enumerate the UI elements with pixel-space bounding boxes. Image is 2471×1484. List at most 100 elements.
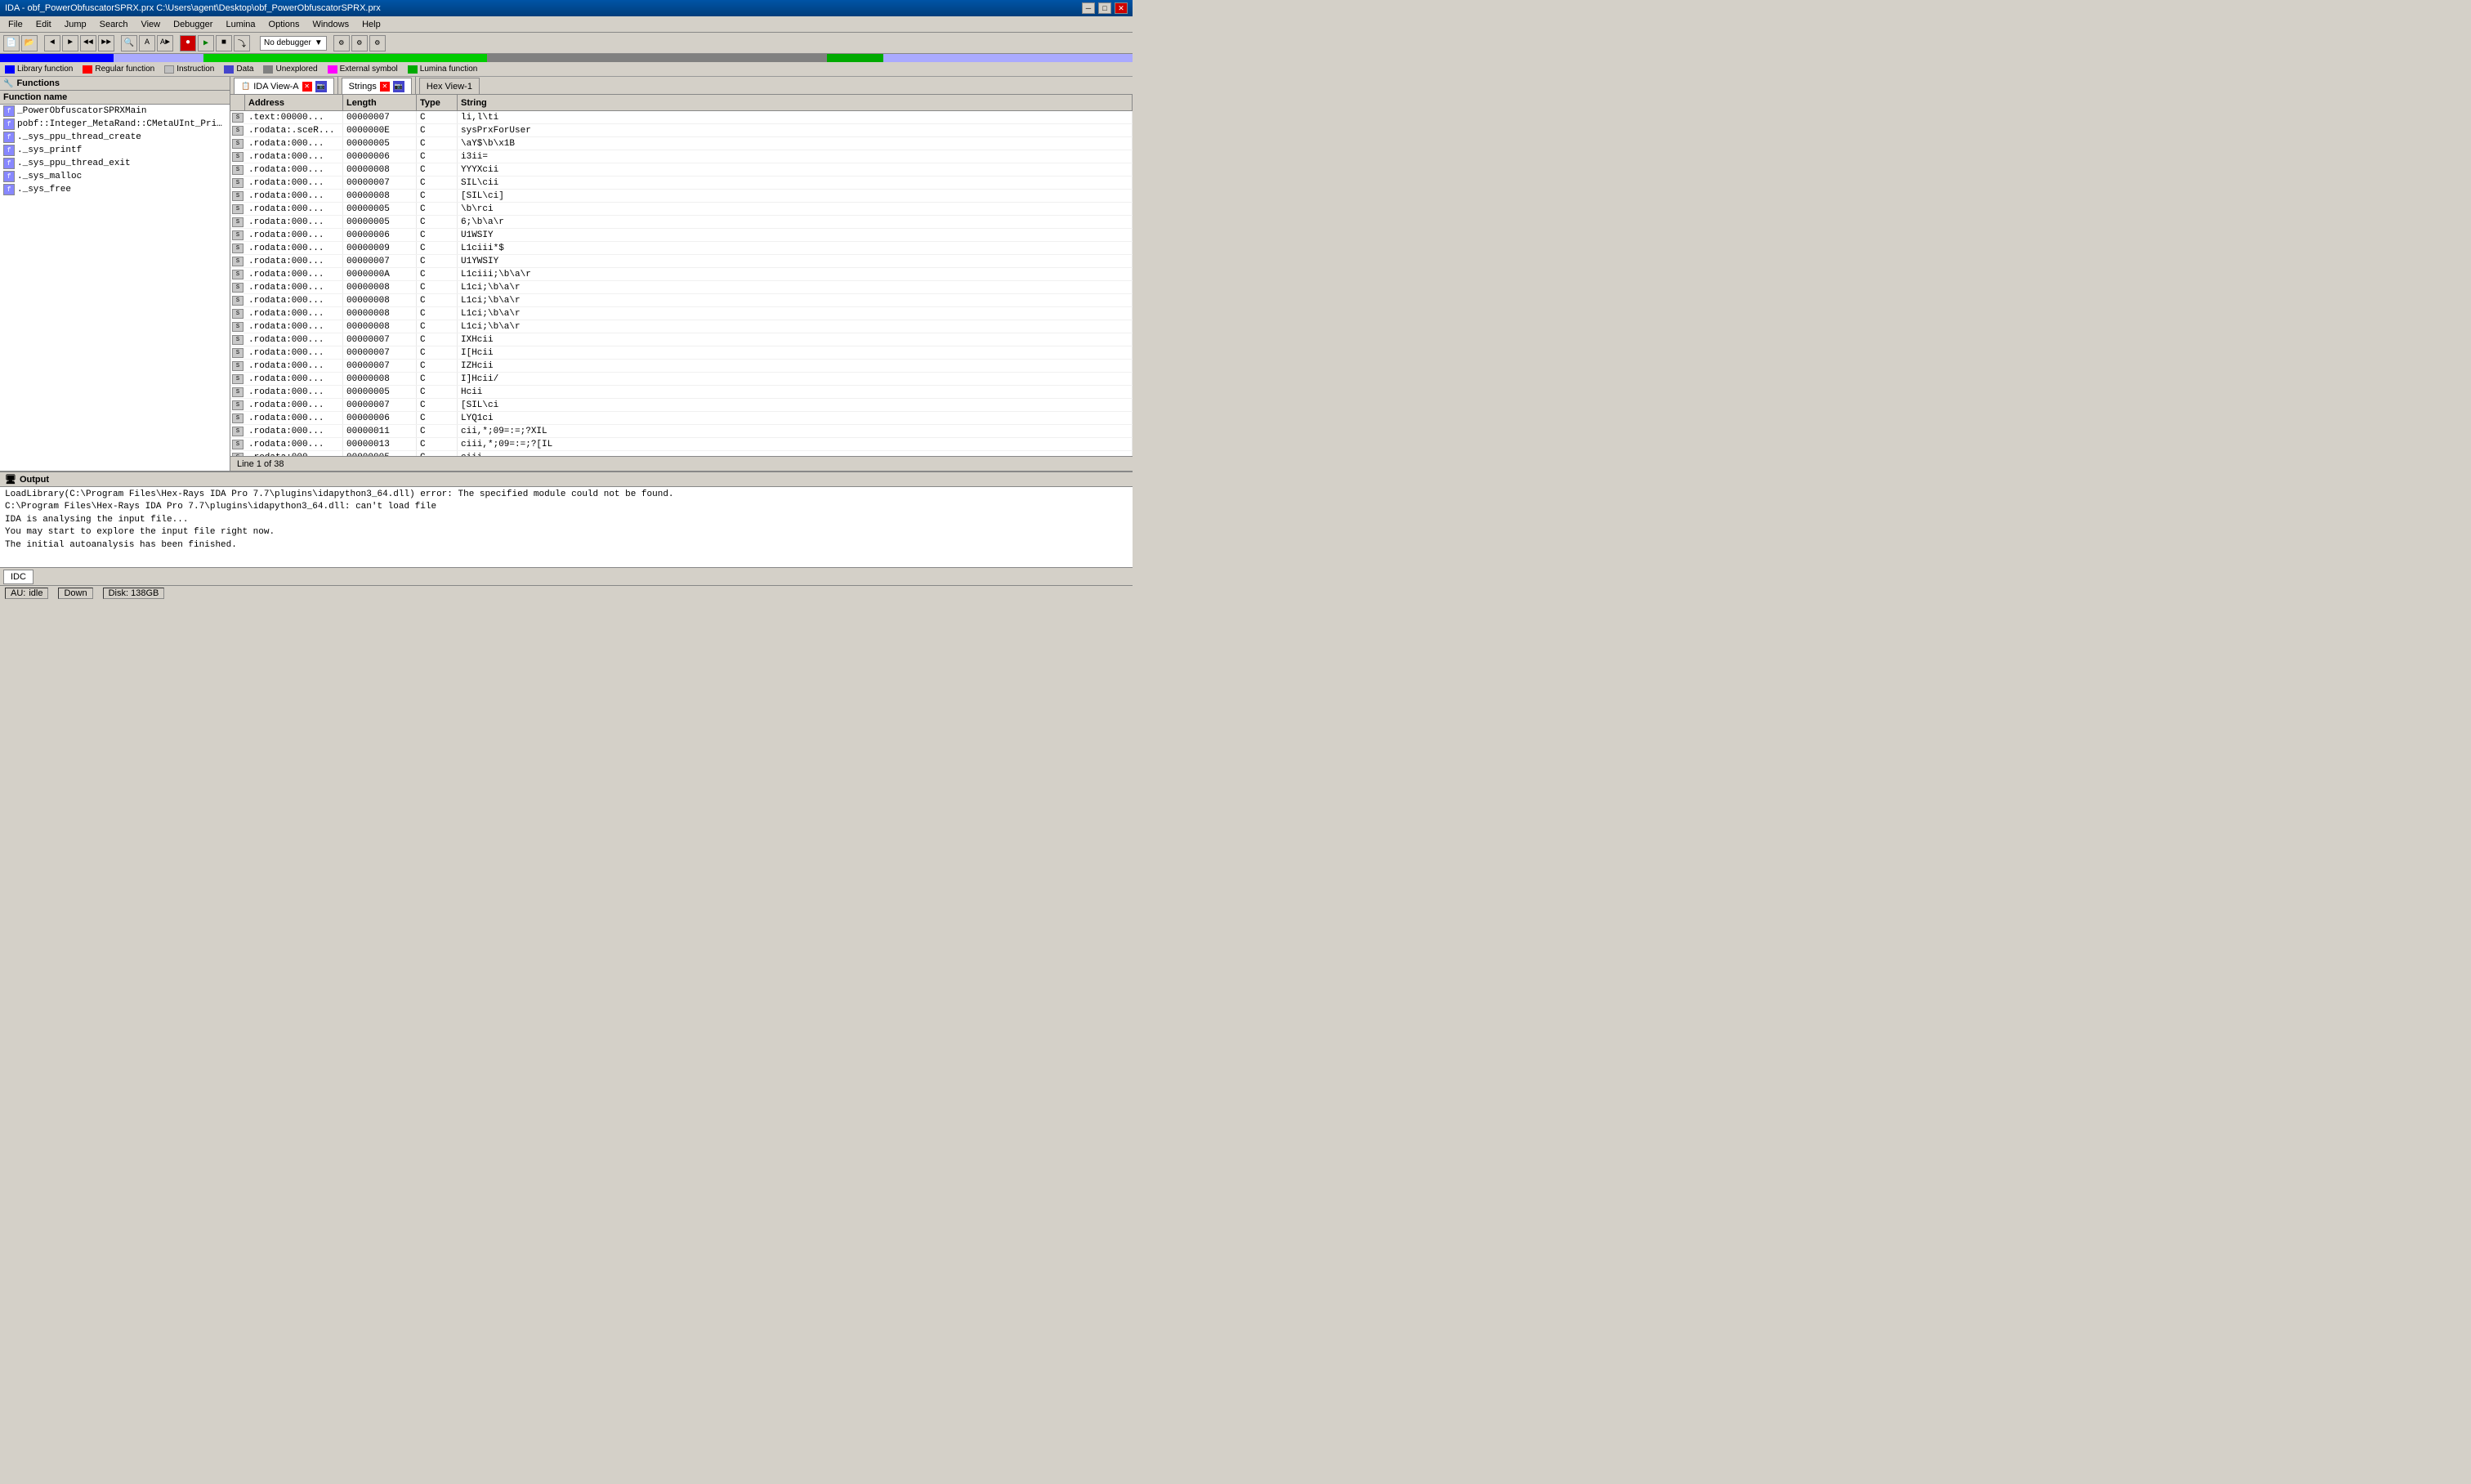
menu-lumina[interactable]: Lumina [221,18,260,31]
search-btn[interactable]: 🔍 [121,35,137,51]
table-row[interactable]: S.rodata:000...00000005C\aY$\b\x1B [230,137,1133,150]
table-row[interactable]: S.rodata:000...00000007C[SIL\ci [230,399,1133,412]
function-item-4[interactable]: f._sys_ppu_thread_exit [0,157,230,170]
cell-length-11: 00000007 [343,255,417,267]
back2-btn[interactable]: ◄◄ [80,35,96,51]
function-item-5[interactable]: f._sys_malloc [0,170,230,183]
menu-search[interactable]: Search [95,18,133,31]
menu-debugger[interactable]: Debugger [168,18,217,31]
cell-length-21: 00000005 [343,386,417,398]
strings-area: Address Length Type String S.text:00000.… [230,95,1133,471]
menu-options[interactable]: Options [264,18,305,31]
ida-view-close[interactable]: ✕ [302,82,312,92]
maximize-button[interactable]: □ [1098,2,1111,14]
strings-tab-close[interactable]: ✕ [380,82,390,92]
row-icon-23: S [230,412,245,424]
output-tab-idc[interactable]: IDC [3,570,34,584]
table-row[interactable]: S.text:00000...00000007Cli,l\ti [230,111,1133,124]
table-row[interactable]: S.rodata:000...00000007CSIL\cii [230,177,1133,190]
tab-ida-view-a[interactable]: 📋 IDA View-A ✕ 📷 [234,78,334,94]
breakpoint-btn[interactable]: ● [180,35,196,51]
table-row[interactable]: S.rodata:000...00000006CU1WSIY [230,229,1133,242]
table-row[interactable]: S.rodata:000...00000011Ccii,*;09=:=;?XIL [230,425,1133,438]
table-row[interactable]: S.rodata:000...00000008CL1ci;\b\a\r [230,294,1133,307]
table-row[interactable]: S.rodata:000...00000007CIXHcii [230,333,1133,346]
table-row[interactable]: S.rodata:000...00000008CL1ci;\b\a\r [230,307,1133,320]
function-item-6[interactable]: f._sys_free [0,183,230,196]
table-row[interactable]: S.rodata:000...00000008C[SIL\ci] [230,190,1133,203]
plugin-btn3[interactable]: ⚙ [369,35,386,51]
menu-view[interactable]: View [136,18,165,31]
cell-type-17: C [417,333,458,346]
cell-string-6: [SIL\ci] [458,190,1133,202]
toolbar: 📄 📂 ◄ ► ◄◄ ►► 🔍 A A► ● ▶ ■ ⤵ No debugger… [0,33,1133,54]
menu-windows[interactable]: Windows [307,18,354,31]
open-btn[interactable]: 📂 [21,35,38,51]
strings-tab-cam[interactable]: 📷 [393,81,404,92]
cell-type-12: C [417,268,458,280]
back-btn[interactable]: ◄ [44,35,60,51]
debugger-selector[interactable]: No debugger ▼ [260,36,327,51]
table-row[interactable]: S.rodata:.sceR...0000000ECsysPrxForUser [230,124,1133,137]
table-row[interactable]: S.rodata:000...00000013Cciii,*;09=:=;?[I… [230,438,1133,451]
cell-length-20: 00000008 [343,373,417,385]
table-row[interactable]: S.rodata:000...00000007CI[Hcii [230,346,1133,360]
plugin-btn2[interactable]: ⚙ [351,35,368,51]
cell-length-2: 00000005 [343,137,417,150]
cell-address-18: .rodata:000... [245,346,343,359]
plugin-btn1[interactable]: ⚙ [333,35,350,51]
col-address[interactable]: Address [245,95,343,110]
cell-address-6: .rodata:000... [245,190,343,202]
new-btn[interactable]: 📄 [3,35,20,51]
cell-address-9: .rodata:000... [245,229,343,241]
table-row[interactable]: S.rodata:000...00000005C6;\b\a\r [230,216,1133,229]
col-type[interactable]: Type [417,95,458,110]
cell-address-24: .rodata:000... [245,425,343,437]
table-row[interactable]: S.rodata:000...00000007CIZHcii [230,360,1133,373]
col-length[interactable]: Length [343,95,417,110]
minimize-button[interactable]: ─ [1082,2,1095,14]
forward-btn[interactable]: ► [62,35,78,51]
table-row[interactable]: S.rodata:000...00000008CYYYXcii [230,163,1133,177]
find-btn[interactable]: A [139,35,155,51]
run-btn[interactable]: ▶ [198,35,214,51]
step-btn[interactable]: ⤵ [234,35,250,51]
menu-edit[interactable]: Edit [31,18,56,31]
cell-length-1: 0000000E [343,124,417,136]
table-row[interactable]: S.rodata:000...00000006Ci3ii= [230,150,1133,163]
col-string[interactable]: String [458,95,1133,110]
fwd2-btn[interactable]: ►► [98,35,114,51]
table-row[interactable]: S.rodata:000...00000006CLYQ1ci [230,412,1133,425]
titlebar-controls: ─ □ ✕ [1082,2,1128,14]
table-row[interactable]: S.rodata:000...00000008CI]Hcii/ [230,373,1133,386]
legend-instruction: Instruction [164,65,214,74]
cell-length-3: 00000006 [343,150,417,163]
stop-btn[interactable]: ■ [216,35,232,51]
function-item-3[interactable]: f._sys_printf [0,144,230,157]
table-row[interactable]: S.rodata:000...00000005CHcii [230,386,1133,399]
menu-file[interactable]: File [3,18,28,31]
strings-table-body[interactable]: S.text:00000...00000007Cli,l\tiS.rodata:… [230,111,1133,456]
table-row[interactable]: S.rodata:000...00000009CL1ciii*$ [230,242,1133,255]
table-row[interactable]: S.rodata:000...00000007CU1YWSIY [230,255,1133,268]
function-item-0[interactable]: f_PowerObfuscatorSPRXMain [0,105,230,118]
tab-hex-view[interactable]: Hex View-1 [419,78,480,94]
close-button[interactable]: ✕ [1115,2,1128,14]
functions-list[interactable]: f_PowerObfuscatorSPRXMainfpobf::Integer_… [0,105,230,471]
row-icon-0: S [230,111,245,123]
table-row[interactable]: S.rodata:000...00000005C\b\rci [230,203,1133,216]
table-row[interactable]: S.rodata:000...00000008CL1ci;\b\a\r [230,320,1133,333]
cell-string-11: U1YWSIY [458,255,1133,267]
menu-jump[interactable]: Jump [60,18,92,31]
row-icon-1: S [230,124,245,136]
cell-address-12: .rodata:000... [245,268,343,280]
menu-help[interactable]: Help [357,18,386,31]
ida-view-cam[interactable]: 📷 [315,81,327,92]
function-item-2[interactable]: f._sys_ppu_thread_create [0,131,230,144]
tab-strings[interactable]: Strings ✕ 📷 [342,78,412,94]
table-row[interactable]: S.rodata:000...0000000ACL1ciii;\b\a\r [230,268,1133,281]
table-row[interactable]: S.rodata:000...00000008CL1ci;\b\a\r [230,281,1133,294]
function-item-1[interactable]: fpobf::Integer_MetaRand::CMetaUInt_Print… [0,118,230,131]
row-icon-25: S [230,438,245,450]
findnext-btn[interactable]: A► [157,35,173,51]
